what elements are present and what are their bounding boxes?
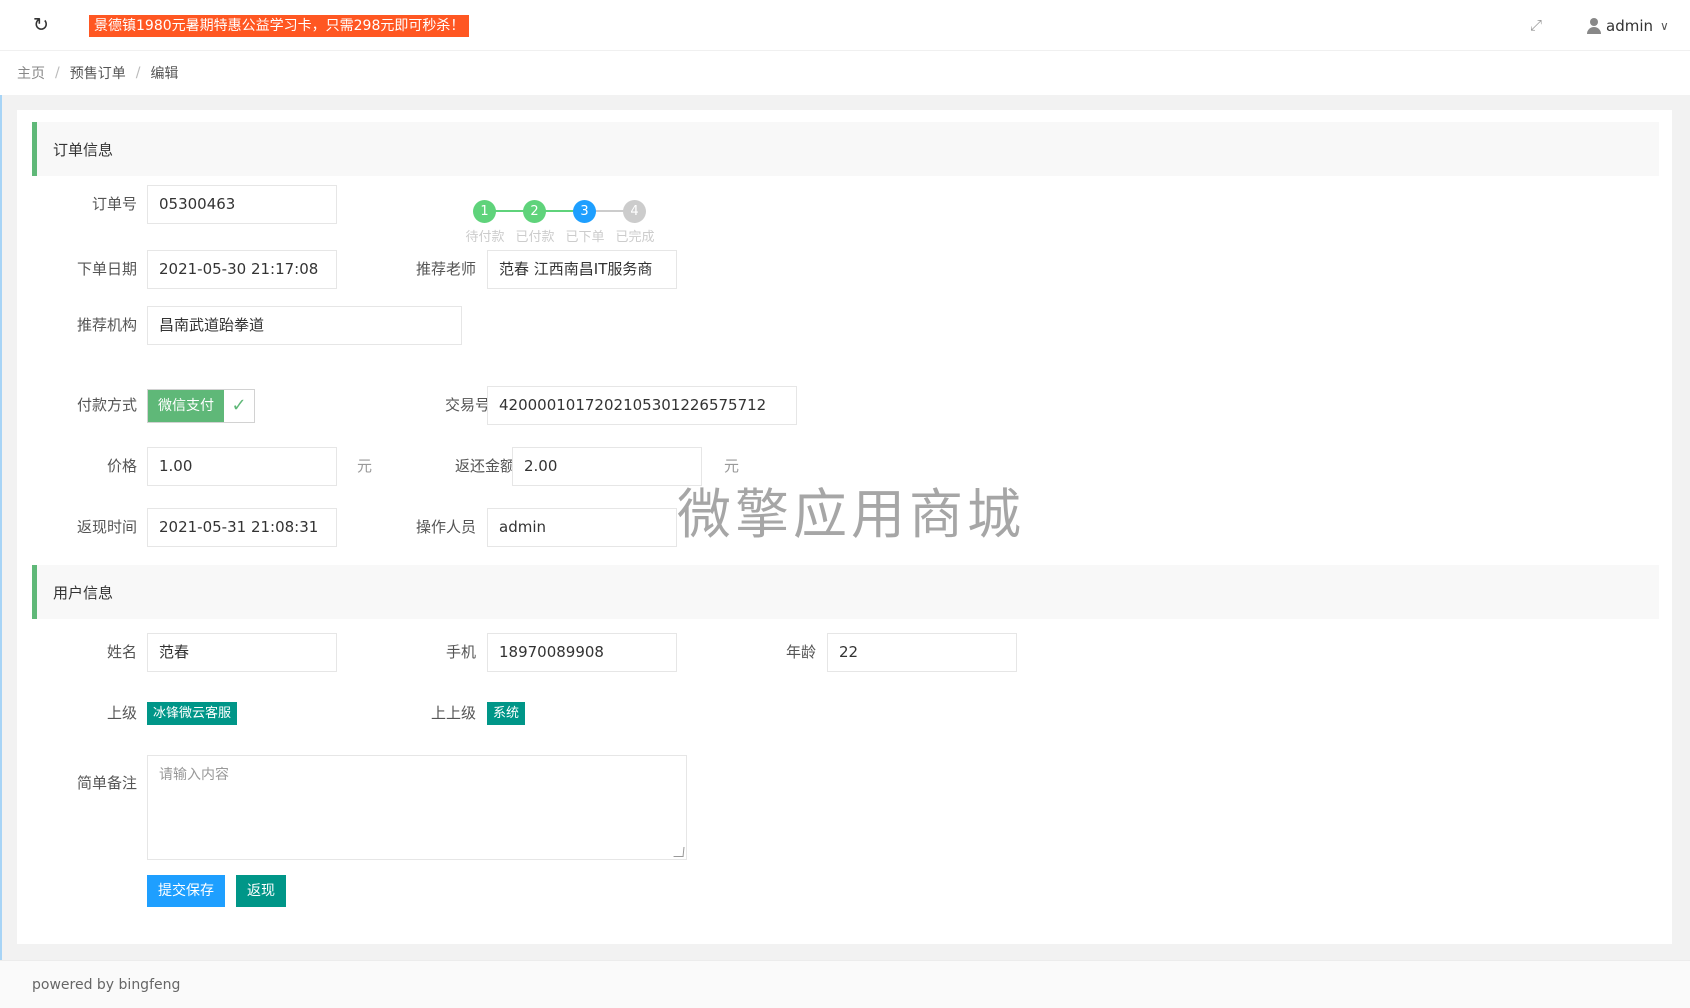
- resize-handle-icon[interactable]: [673, 847, 685, 857]
- order-date-label: 下单日期: [76, 260, 137, 278]
- remark-label: 简单备注: [76, 774, 137, 792]
- refund-label: 返还金额: [454, 457, 515, 475]
- breadcrumb-current: 编辑: [150, 66, 179, 82]
- parent-tag: 冰锋微云客服: [147, 702, 238, 725]
- left-accent-bar: [0, 0, 2, 1008]
- org-label: 推荐机构: [76, 316, 137, 334]
- step-dot: 3: [573, 200, 596, 223]
- step-label: 已完成: [615, 230, 655, 245]
- notice-banner[interactable]: 景德镇1980元暑期特惠公益学习卡，只需298元即可秒杀！: [89, 15, 470, 37]
- breadcrumb-home[interactable]: 主页: [17, 63, 45, 83]
- step-dot: 4: [623, 200, 646, 223]
- cash-time-input[interactable]: 2021-05-31 21:08:31: [147, 508, 337, 547]
- order-no-input[interactable]: 05300463: [147, 185, 337, 224]
- edit-form-card: 订单信息 订单号 05300463 1 2 3 4 待付款 已付款 已下单 已完…: [17, 110, 1672, 944]
- chevron-down-icon: ∨: [1660, 19, 1669, 33]
- org-input[interactable]: 昌南武道跆拳道: [147, 306, 462, 345]
- order-no-label: 订单号: [91, 195, 137, 213]
- operator-input[interactable]: admin: [487, 508, 677, 547]
- trade-no-input[interactable]: 4200001017202105301226575712: [487, 386, 797, 425]
- cashback-button[interactable]: 返现: [236, 875, 286, 907]
- pay-method-value: 微信支付: [148, 390, 224, 422]
- age-input[interactable]: 22: [827, 633, 1017, 672]
- pay-method-label: 付款方式: [76, 396, 137, 414]
- order-status-steps: 1 2 3 4 待付款 已付款 已下单 已完成: [462, 196, 682, 246]
- refund-unit: 元: [724, 457, 740, 475]
- grandparent-label: 上上级: [430, 704, 476, 722]
- save-button[interactable]: 提交保存: [147, 875, 225, 907]
- user-icon: [1586, 18, 1602, 34]
- check-icon: ✓: [231, 395, 247, 416]
- remark-textarea[interactable]: 请输入内容: [147, 755, 687, 860]
- trade-no-label: 交易号: [444, 396, 490, 414]
- user-section-title: 用户信息: [32, 565, 1659, 619]
- breadcrumb-presale-orders[interactable]: 预售订单: [70, 63, 126, 83]
- name-label: 姓名: [106, 643, 137, 661]
- price-unit: 元: [357, 457, 373, 475]
- order-section-title: 订单信息: [32, 122, 1659, 176]
- user-menu[interactable]: admin ∨: [1586, 14, 1669, 38]
- operator-label: 操作人员: [415, 518, 476, 536]
- fullscreen-icon[interactable]: ⤢: [1527, 16, 1545, 34]
- user-name: admin: [1606, 17, 1653, 35]
- phone-label: 手机: [445, 643, 476, 661]
- grandparent-tag: 系统: [487, 702, 526, 725]
- breadcrumb-separator: /: [135, 65, 141, 81]
- price-label: 价格: [106, 457, 137, 475]
- pay-method-checkbox[interactable]: 微信支付 ✓: [147, 389, 255, 423]
- teacher-label: 推荐老师: [415, 260, 476, 278]
- teacher-input[interactable]: 范春 江西南昌IT服务商: [487, 250, 677, 289]
- name-input[interactable]: 范春: [147, 633, 337, 672]
- age-label: 年龄: [785, 643, 816, 661]
- refund-input[interactable]: 2.00: [512, 447, 702, 486]
- phone-input[interactable]: 18970089908: [487, 633, 677, 672]
- footer: powered by bingfeng: [0, 960, 1690, 1008]
- order-date-input[interactable]: 2021-05-30 21:17:08: [147, 250, 337, 289]
- step-dot: 2: [523, 200, 546, 223]
- remark-placeholder: 请输入内容: [159, 767, 229, 783]
- refresh-icon[interactable]: ↻: [30, 14, 52, 36]
- breadcrumb-separator: /: [55, 65, 60, 81]
- cash-time-label: 返现时间: [76, 518, 137, 536]
- top-bar: ↻ 景德镇1980元暑期特惠公益学习卡，只需298元即可秒杀！ ⤢ admin …: [0, 0, 1690, 51]
- breadcrumb: 主页 / 预售订单 / 编辑: [0, 51, 1690, 95]
- step-dot: 1: [473, 200, 496, 223]
- price-input[interactable]: 1.00: [147, 447, 337, 486]
- parent-label: 上级: [106, 704, 137, 722]
